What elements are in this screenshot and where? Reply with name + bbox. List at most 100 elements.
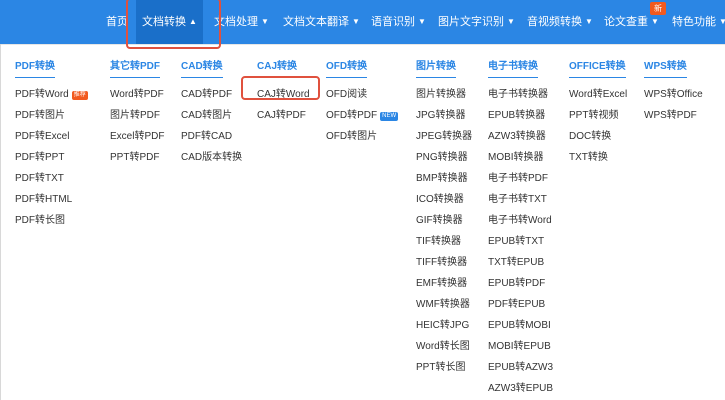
- menu-link-label: GIF转换器: [416, 215, 463, 226]
- menu-link-label: EPUB转AZW3: [488, 362, 554, 373]
- menu-link[interactable]: Excel转PDF: [110, 126, 164, 147]
- menu-column-office-convert: OFFICE转换 Word转Excel PPT转视频 DOC转换 TXT转换: [569, 56, 627, 168]
- menu-link-label: 图片转换器: [416, 89, 466, 100]
- menu-link[interactable]: PPT转PDF: [110, 147, 164, 168]
- menu-link[interactable]: EPUB转MOBI: [488, 315, 553, 336]
- menu-link[interactable]: AZW3转EPUB: [488, 378, 553, 399]
- menu-link[interactable]: TXT转换: [569, 147, 627, 168]
- menu-link[interactable]: 电子书转TXT: [488, 189, 553, 210]
- menu-link[interactable]: CAD转PDF: [181, 84, 242, 105]
- menu-link[interactable]: MOBI转换器: [488, 147, 553, 168]
- menu-link-label: PDF转EPUB: [488, 299, 546, 310]
- menu-link[interactable]: Word转Excel: [569, 84, 627, 105]
- recommended-tag: 推荐: [71, 91, 88, 100]
- caret-down-icon: ▼: [585, 17, 593, 26]
- caret-down-icon: ▼: [719, 17, 725, 26]
- menu-link-label: EPUB转PDF: [488, 278, 546, 289]
- menu-link[interactable]: BMP转换器: [416, 168, 472, 189]
- nav-item-doc-process[interactable]: 文档处理 ▼: [214, 0, 269, 44]
- nav-item-av-convert[interactable]: 音视频转换 ▼: [527, 0, 593, 44]
- menu-link-label: PDF转图片: [15, 110, 65, 121]
- menu-link-label: TIFF转换器: [416, 257, 468, 268]
- menu-link-label: Word转Excel: [569, 89, 628, 100]
- menu-link[interactable]: JPEG转换器: [416, 126, 472, 147]
- nav-item-doc-translate[interactable]: 文档文本翻译 ▼: [283, 0, 360, 44]
- menu-link-label: 图片转PDF: [110, 110, 160, 121]
- menu-link[interactable]: PDF转Excel: [15, 126, 88, 147]
- nav-item-home[interactable]: 首页: [106, 0, 128, 44]
- column-heading: OFD转换: [326, 60, 368, 78]
- menu-link-label: OFD转PDF: [326, 110, 378, 121]
- menu-column-image-convert: 图片转换图片转换器 JPG转换器 JPEG转换器 PNG转换器 BMP转换器 ICO转换器…: [416, 56, 472, 378]
- menu-column-pdf-convert: PDF转换 PDF转Word 推荐 PDF转图片 PDF转Excel PDF转PPT PDF…: [15, 56, 88, 231]
- menu-link[interactable]: CAD转图片: [181, 105, 242, 126]
- menu-link[interactable]: 电子书转换器: [488, 84, 553, 105]
- menu-link[interactable]: CAJ转PDF: [257, 105, 310, 126]
- menu-link-label: OFD阅读: [326, 89, 368, 100]
- menu-link[interactable]: WPS转Office: [644, 84, 703, 105]
- menu-link[interactable]: EMF转换器: [416, 273, 472, 294]
- menu-link[interactable]: OFD转图片: [326, 126, 398, 147]
- menu-link[interactable]: TIFF转换器: [416, 252, 472, 273]
- menu-link[interactable]: WPS转PDF: [644, 105, 703, 126]
- column-heading: WPS转换: [644, 60, 687, 78]
- menu-link[interactable]: MOBI转EPUB: [488, 336, 553, 357]
- menu-link[interactable]: EPUB转AZW3: [488, 357, 553, 378]
- menu-link-label: CAJ转PDF: [257, 110, 306, 121]
- menu-link[interactable]: WMF转换器: [416, 294, 472, 315]
- menu-link[interactable]: PDF转EPUB: [488, 294, 553, 315]
- menu-column-ofd-convert: OFD转换 OFD阅读 OFD转PDF NEW OFD转图片: [326, 56, 399, 147]
- menu-link[interactable]: PPT转视频: [569, 105, 627, 126]
- menu-link-label: Excel转PDF: [110, 131, 165, 142]
- new-badge: 新: [650, 2, 666, 15]
- menu-link[interactable]: EPUB转换器: [488, 105, 553, 126]
- menu-link[interactable]: 图片转换器: [416, 84, 472, 105]
- menu-column-ebook-convert: 电子书转换 电子书转换器 EPUB转换器 AZW3转换器 MOBI转换器 电子书转PDF 电…: [488, 56, 553, 399]
- menu-link[interactable]: DOC转换: [569, 126, 627, 147]
- menu-link[interactable]: PDF转HTML: [15, 189, 88, 210]
- menu-link-label: EMF转换器: [416, 278, 468, 289]
- menu-link[interactable]: OFD阅读: [326, 84, 398, 105]
- menu-link[interactable]: PNG转换器: [416, 147, 472, 168]
- menu-link[interactable]: PDF转长图: [15, 210, 88, 231]
- menu-link[interactable]: CAD版本转换: [181, 147, 242, 168]
- nav-item-image-ocr[interactable]: 图片文字识别 ▼: [438, 0, 515, 44]
- menu-link[interactable]: Word转PDF: [110, 84, 164, 105]
- menu-link[interactable]: TIF转换器: [416, 231, 472, 252]
- menu-link[interactable]: PDF转TXT: [15, 168, 88, 189]
- doc-convert-dropdown-panel: PDF转换 PDF转Word 推荐 PDF转图片 PDF转Excel PDF转PPT PDF…: [0, 44, 725, 400]
- menu-link[interactable]: Word转长图: [416, 336, 472, 357]
- menu-link[interactable]: EPUB转PDF: [488, 273, 553, 294]
- nav-item-label: 音视频转换: [527, 16, 582, 28]
- new-tag: NEW: [380, 112, 399, 121]
- menu-link[interactable]: TXT转EPUB: [488, 252, 553, 273]
- highlight-box-caj-to-word: [241, 76, 320, 100]
- menu-link[interactable]: OFD转PDF NEW: [326, 105, 399, 126]
- menu-link-label: AZW3转换器: [488, 131, 546, 142]
- menu-link-label: BMP转换器: [416, 173, 468, 184]
- menu-link[interactable]: HEIC转JPG: [416, 315, 472, 336]
- menu-link[interactable]: ICO转换器: [416, 189, 472, 210]
- menu-link[interactable]: PDF转CAD: [181, 126, 242, 147]
- menu-link[interactable]: PPT转长图: [416, 357, 472, 378]
- menu-link[interactable]: 电子书转Word: [488, 210, 553, 231]
- menu-link[interactable]: AZW3转换器: [488, 126, 553, 147]
- menu-link[interactable]: PDF转PPT: [15, 147, 88, 168]
- menu-link-label: DOC转换: [569, 131, 612, 142]
- nav-item-label: 文档文本翻译: [283, 16, 349, 28]
- menu-link[interactable]: EPUB转TXT: [488, 231, 553, 252]
- menu-link-label: PPT转视频: [569, 110, 619, 121]
- menu-link-label: 电子书转Word: [488, 215, 552, 226]
- panel-divider: [1, 44, 725, 45]
- menu-link[interactable]: GIF转换器: [416, 210, 472, 231]
- menu-link[interactable]: PDF转图片: [15, 105, 88, 126]
- menu-link[interactable]: JPG转换器: [416, 105, 472, 126]
- menu-link[interactable]: 图片转PDF: [110, 105, 164, 126]
- menu-link-label: TXT转EPUB: [488, 257, 545, 268]
- nav-item-special-features[interactable]: 特色功能 ▼: [672, 0, 725, 44]
- caret-down-icon: ▼: [507, 17, 515, 26]
- nav-item-speech-recognition[interactable]: 语音识别 ▼: [371, 0, 426, 44]
- menu-link[interactable]: PDF转Word 推荐: [15, 84, 88, 105]
- menu-link[interactable]: 电子书转PDF: [488, 168, 553, 189]
- column-heading: 图片转换: [416, 60, 456, 78]
